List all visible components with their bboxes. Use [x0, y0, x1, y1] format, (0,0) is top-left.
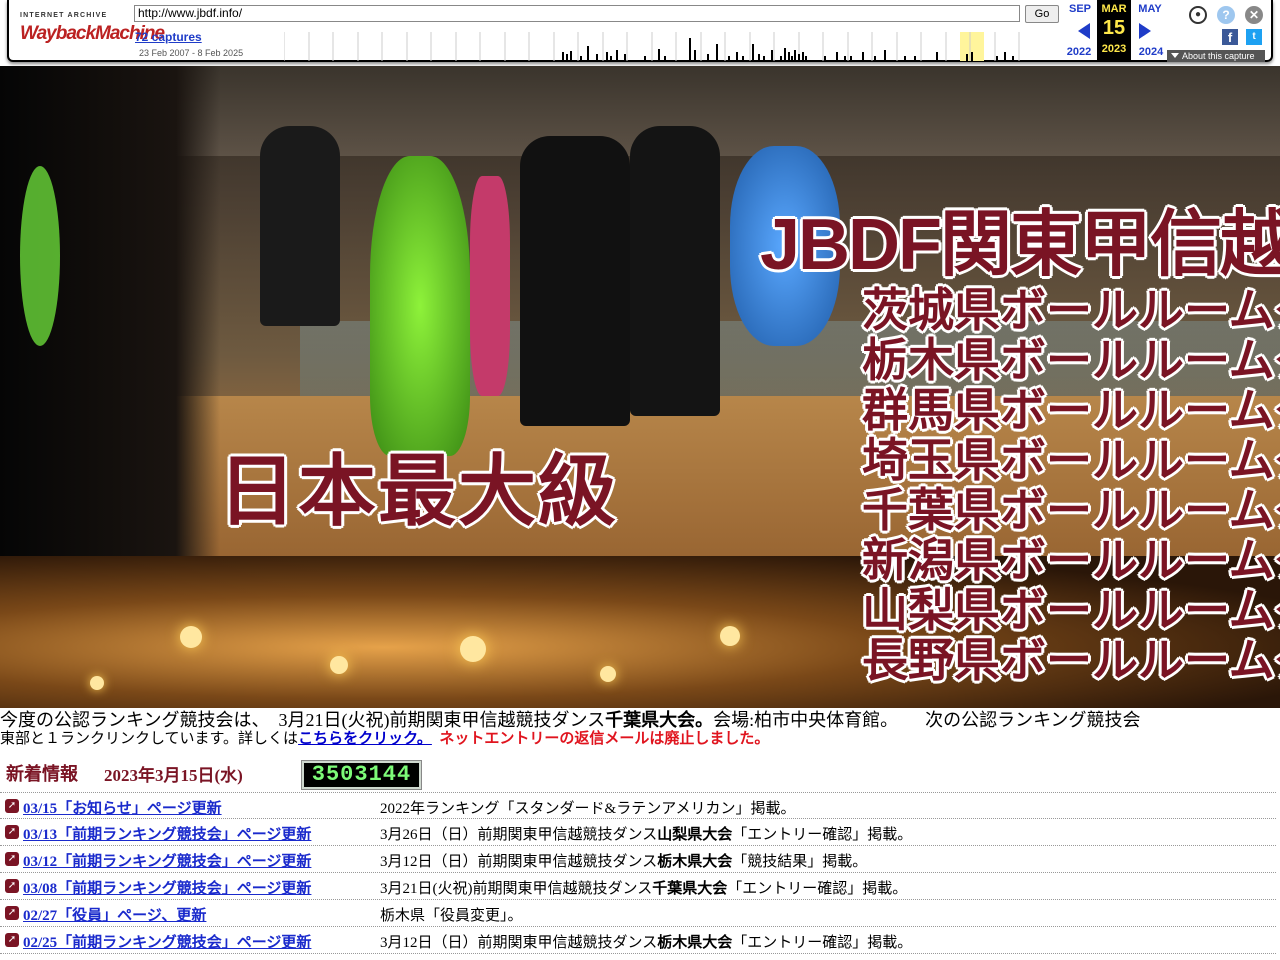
- dancer-pink-dress: [470, 176, 510, 396]
- news-row: ➚ 03/15「お知らせ」ページ更新 2022年ランキング「スタンダード&ラテン…: [0, 792, 1276, 819]
- news-date: 2023年3月15日(水): [104, 766, 243, 785]
- caret-down-icon: [1171, 53, 1179, 58]
- news-description: 3月12日（日）前期関東甲信越競技ダンス栃木県大会「エントリー確認」掲載。: [380, 935, 913, 951]
- prev-year[interactable]: 2022: [1061, 46, 1097, 58]
- arrow-icon: ➚: [5, 879, 19, 893]
- pref-chiba: 千葉県ボールルームダ: [862, 484, 1280, 536]
- sparkle: [720, 626, 740, 646]
- capture-sparkline[interactable]: [284, 32, 1064, 61]
- arrow-icon: ➚: [5, 933, 19, 947]
- news-row: ➚ 02/27「役員」ページ、更新 栃木県「役員変更」。: [0, 900, 1276, 927]
- wayback-logo[interactable]: INTERNET ARCHIVE WaybackMachine: [20, 8, 165, 50]
- news-heading: 新着情報: [6, 764, 78, 784]
- pref-ibaraki: 茨城県ボールルームダ: [862, 284, 1280, 336]
- pref-tochigi: 栃木県ボールルームダ: [862, 334, 1280, 386]
- sparkle: [180, 626, 202, 648]
- news-link[interactable]: 03/12「前期ランキング競技会」ページ更新: [23, 850, 311, 871]
- notice-text: 東部と１ランクリンクしています。詳しくは: [0, 731, 299, 747]
- next-arrow-icon[interactable]: [1139, 23, 1151, 39]
- dancer-man-1: [520, 136, 630, 426]
- entry-notice: ネットエントリーの返信メールは廃止しました。: [439, 731, 770, 747]
- news-description: 3月26日（日）前期関東甲信越競技ダンス山梨県大会「エントリー確認」掲載。: [380, 827, 913, 843]
- marquee-text-1: 今度の公認ランキング競技会は、 3月21日(火祝)前期関東甲信越競技ダンス: [0, 710, 606, 730]
- next-month[interactable]: MAY: [1132, 3, 1168, 15]
- arrow-icon: ➚: [5, 825, 19, 839]
- logo-top-text: INTERNET ARCHIVE: [20, 12, 108, 19]
- news-list: ➚ 03/15「お知らせ」ページ更新 2022年ランキング「スタンダード&ラテン…: [0, 792, 1276, 954]
- current-day: 15: [1102, 17, 1126, 39]
- dancer-green-dress: [370, 156, 470, 456]
- news-description: 栃木県「役員変更」。: [380, 908, 523, 924]
- foreground-green: [20, 166, 60, 346]
- about-capture-label: About this capture: [1182, 51, 1255, 61]
- sparkle: [460, 636, 486, 662]
- next-year[interactable]: 2024: [1133, 46, 1169, 58]
- about-capture-button[interactable]: About this capture: [1167, 50, 1265, 62]
- go-button[interactable]: Go: [1025, 5, 1059, 23]
- news-link[interactable]: 03/15「お知らせ」ページ更新: [23, 797, 222, 818]
- pref-yamanashi: 山梨県ボールルームダ: [862, 584, 1280, 636]
- twitter-icon[interactable]: t: [1246, 29, 1262, 45]
- hero-banner: JBDF関東甲信越 日本最大級 茨城県ボールルームダ 栃木県ボールルームダ 群馬…: [0, 66, 1280, 708]
- news-row: ➚ 03/08「前期ランキング競技会」ページ更新 3月21日(火祝)前期関東甲信…: [0, 873, 1276, 900]
- marquee-text-2: 会場:柏市中央体育館。 次の公認ランキング競技会: [713, 710, 1141, 730]
- news-row: ➚ 03/13「前期ランキング競技会」ページ更新 3月26日（日）前期関東甲信越…: [0, 819, 1276, 846]
- scrolling-announcement: 今度の公認ランキング競技会は、 3月21日(火祝)前期関東甲信越競技ダンス千葉県…: [0, 708, 1280, 732]
- news-description: 3月12日（日）前期関東甲信越競技ダンス栃木県大会「競技結果」掲載。: [380, 854, 868, 870]
- pref-gunma: 群馬県ボールルームダ: [862, 384, 1280, 436]
- details-link[interactable]: こちらをクリック。: [298, 731, 432, 747]
- notice-line: 東部と１ランクリンクしています。詳しくはこちらをクリック。 ネットエントリーの返…: [0, 730, 1280, 748]
- banner-slogan: 日本最大級: [218, 447, 619, 535]
- dancer-man-3: [260, 126, 340, 326]
- dancer-man-2: [630, 126, 720, 416]
- visitor-counter: 3503144: [301, 760, 422, 790]
- marquee-bold: 千葉県大会。: [605, 710, 714, 730]
- close-icon[interactable]: ✕: [1245, 6, 1263, 24]
- current-capture: MAR 15 2023: [1097, 0, 1131, 62]
- user-icon[interactable]: ●: [1189, 6, 1207, 24]
- current-month: MAR: [1101, 3, 1127, 15]
- pref-niigata: 新潟県ボールルームダ: [862, 534, 1280, 586]
- news-link[interactable]: 02/25「前期ランキング競技会」ページ更新: [23, 931, 311, 952]
- url-input[interactable]: http://www.jbdf.info/: [134, 5, 1020, 22]
- current-year: 2023: [1101, 43, 1127, 55]
- banner-title: JBDF関東甲信越: [760, 205, 1280, 285]
- sparkle: [330, 656, 348, 674]
- arrow-icon: ➚: [5, 799, 19, 813]
- captures-link[interactable]: 72 captures: [135, 30, 202, 44]
- news-link[interactable]: 03/13「前期ランキング競技会」ページ更新: [23, 823, 311, 844]
- sparkle: [600, 666, 616, 682]
- prev-month[interactable]: SEP: [1062, 3, 1098, 15]
- arrow-icon: ➚: [5, 852, 19, 866]
- counter-digits: 3503144: [304, 763, 419, 787]
- capture-range: 23 Feb 2007 - 8 Feb 2025: [139, 48, 244, 58]
- help-icon[interactable]: ?: [1217, 6, 1235, 24]
- news-link[interactable]: 03/08「前期ランキング競技会」ページ更新: [23, 877, 311, 898]
- news-description: 3月21日(火祝)前期関東甲信越競技ダンス千葉県大会「エントリー確認」掲載。: [380, 881, 908, 897]
- news-description: 2022年ランキング「スタンダード&ラテンアメリカン」掲載。: [380, 801, 796, 817]
- wayback-toolbar: INTERNET ARCHIVE WaybackMachine http://w…: [0, 0, 1280, 66]
- prev-arrow-icon[interactable]: [1078, 23, 1090, 39]
- arrow-icon: ➚: [5, 906, 19, 920]
- news-row: ➚ 03/12「前期ランキング競技会」ページ更新 3月12日（日）前期関東甲信越…: [0, 846, 1276, 873]
- facebook-icon[interactable]: f: [1222, 29, 1238, 45]
- news-row: ➚ 02/25「前期ランキング競技会」ページ更新 3月12日（日）前期関東甲信越…: [0, 927, 1276, 954]
- pref-saitama: 埼玉県ボールルームダ: [862, 434, 1280, 486]
- news-link[interactable]: 02/27「役員」ページ、更新: [23, 904, 206, 925]
- pref-nagano: 長野県ボールルームダ: [862, 634, 1280, 686]
- sparkle: [90, 676, 104, 690]
